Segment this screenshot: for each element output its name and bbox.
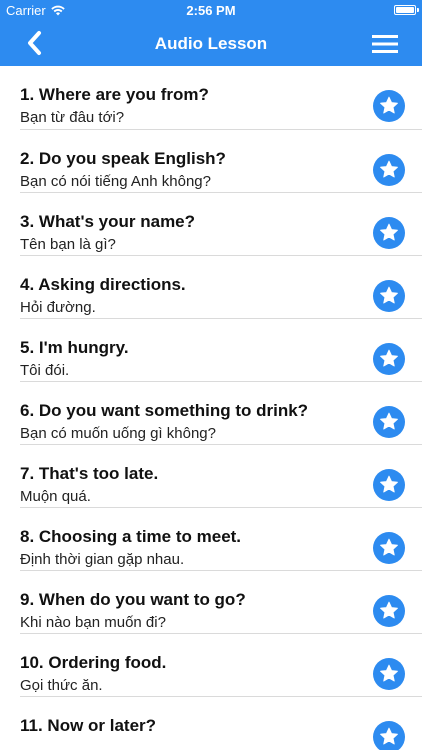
lesson-translation: Tôi đói.	[20, 362, 70, 379]
page-title: Audio Lesson	[154, 34, 268, 53]
favorite-button[interactable]	[373, 658, 405, 690]
lesson-title: 7. That's too late.	[20, 464, 159, 483]
menu-button[interactable]	[366, 30, 402, 58]
favorite-button[interactable]	[373, 595, 405, 627]
lesson-row[interactable]: 4. Asking directions. Hỏi đường.	[20, 256, 422, 319]
favorite-button[interactable]	[373, 90, 405, 122]
star-icon	[380, 286, 398, 304]
lesson-title: 6. Do you want something to drink?	[20, 401, 309, 420]
lesson-translation: Bạn từ đâu tới?	[20, 109, 125, 126]
favorite-button[interactable]	[373, 217, 405, 249]
lesson-title: 5. I'm hungry.	[20, 338, 129, 357]
lesson-row[interactable]: 3. What's your name? Tên bạn là gì?	[20, 193, 422, 256]
lesson-translation: Khi nào bạn muốn đi?	[20, 614, 166, 631]
hamburger-menu-icon	[372, 35, 398, 53]
lesson-list[interactable]: 1. Where are you from? Bạn từ đâu tới? 2…	[0, 66, 422, 750]
battery-level-fill	[396, 7, 414, 13]
lesson-title: 2. Do you speak English?	[20, 149, 226, 168]
lesson-title: 3. What's your name?	[20, 212, 196, 231]
star-icon	[380, 160, 398, 178]
lesson-translation: Bạn có nói tiếng Anh không?	[20, 173, 211, 190]
star-icon	[380, 601, 398, 619]
header: Carrier 2:56 PM Audio Lesson	[0, 0, 422, 66]
lesson-translation: Tên bạn là gì?	[20, 236, 116, 253]
lesson-translation: Muộn quá.	[20, 488, 91, 505]
star-icon	[380, 349, 398, 367]
favorite-button[interactable]	[373, 154, 405, 186]
favorite-button[interactable]	[373, 406, 405, 438]
favorite-button[interactable]	[373, 280, 405, 312]
star-icon	[380, 727, 398, 745]
lesson-title: 10. Ordering food.	[20, 653, 167, 672]
lesson-row[interactable]: 2. Do you speak English? Bạn có nói tiến…	[20, 130, 422, 193]
star-icon	[380, 96, 398, 114]
lesson-translation: Gọi thức ăn.	[20, 677, 103, 694]
lesson-title: 8. Choosing a time to meet.	[20, 527, 242, 546]
favorite-button[interactable]	[373, 532, 405, 564]
lesson-row[interactable]: 1. Where are you from? Bạn từ đâu tới?	[20, 66, 422, 130]
star-icon	[380, 223, 398, 241]
favorite-button[interactable]	[373, 469, 405, 501]
lesson-title: 1. Where are you from?	[20, 85, 209, 104]
favorite-button[interactable]	[373, 343, 405, 375]
navigation-bar: Audio Lesson	[0, 22, 422, 66]
status-time: 2:56 PM	[186, 3, 236, 18]
lesson-translation: Bạn có muốn uống gì không?	[20, 425, 216, 442]
status-bar: Carrier 2:56 PM	[0, 0, 422, 22]
star-icon	[380, 412, 398, 430]
lesson-row[interactable]: 6. Do you want something to drink? Bạn c…	[20, 382, 422, 445]
star-icon	[380, 664, 398, 682]
favorite-button[interactable]	[373, 721, 405, 750]
lesson-row[interactable]: 7. That's too late. Muộn quá.	[20, 445, 422, 508]
lesson-row[interactable]: 8. Choosing a time to meet. Định thời gi…	[20, 508, 422, 571]
battery-icon	[394, 5, 419, 15]
lesson-row[interactable]: 5. I'm hungry. Tôi đói.	[20, 319, 422, 382]
lesson-title: 11. Now or later?	[20, 716, 157, 735]
lesson-title: 9. When do you want to go?	[20, 590, 246, 609]
star-icon	[380, 475, 398, 493]
lesson-title: 4. Asking directions.	[20, 275, 186, 294]
lesson-row[interactable]: 9. When do you want to go? Khi nào bạn m…	[20, 571, 422, 634]
app-screen: Carrier 2:56 PM Audio Lesson 1. Where ar…	[0, 0, 422, 750]
lesson-row[interactable]: 11. Now or later?	[20, 697, 422, 750]
lesson-translation: Định thời gian gặp nhau.	[20, 551, 185, 568]
star-icon	[380, 538, 398, 556]
lesson-translation: Hỏi đường.	[20, 299, 96, 316]
lesson-row[interactable]: 10. Ordering food. Gọi thức ăn.	[20, 634, 422, 697]
